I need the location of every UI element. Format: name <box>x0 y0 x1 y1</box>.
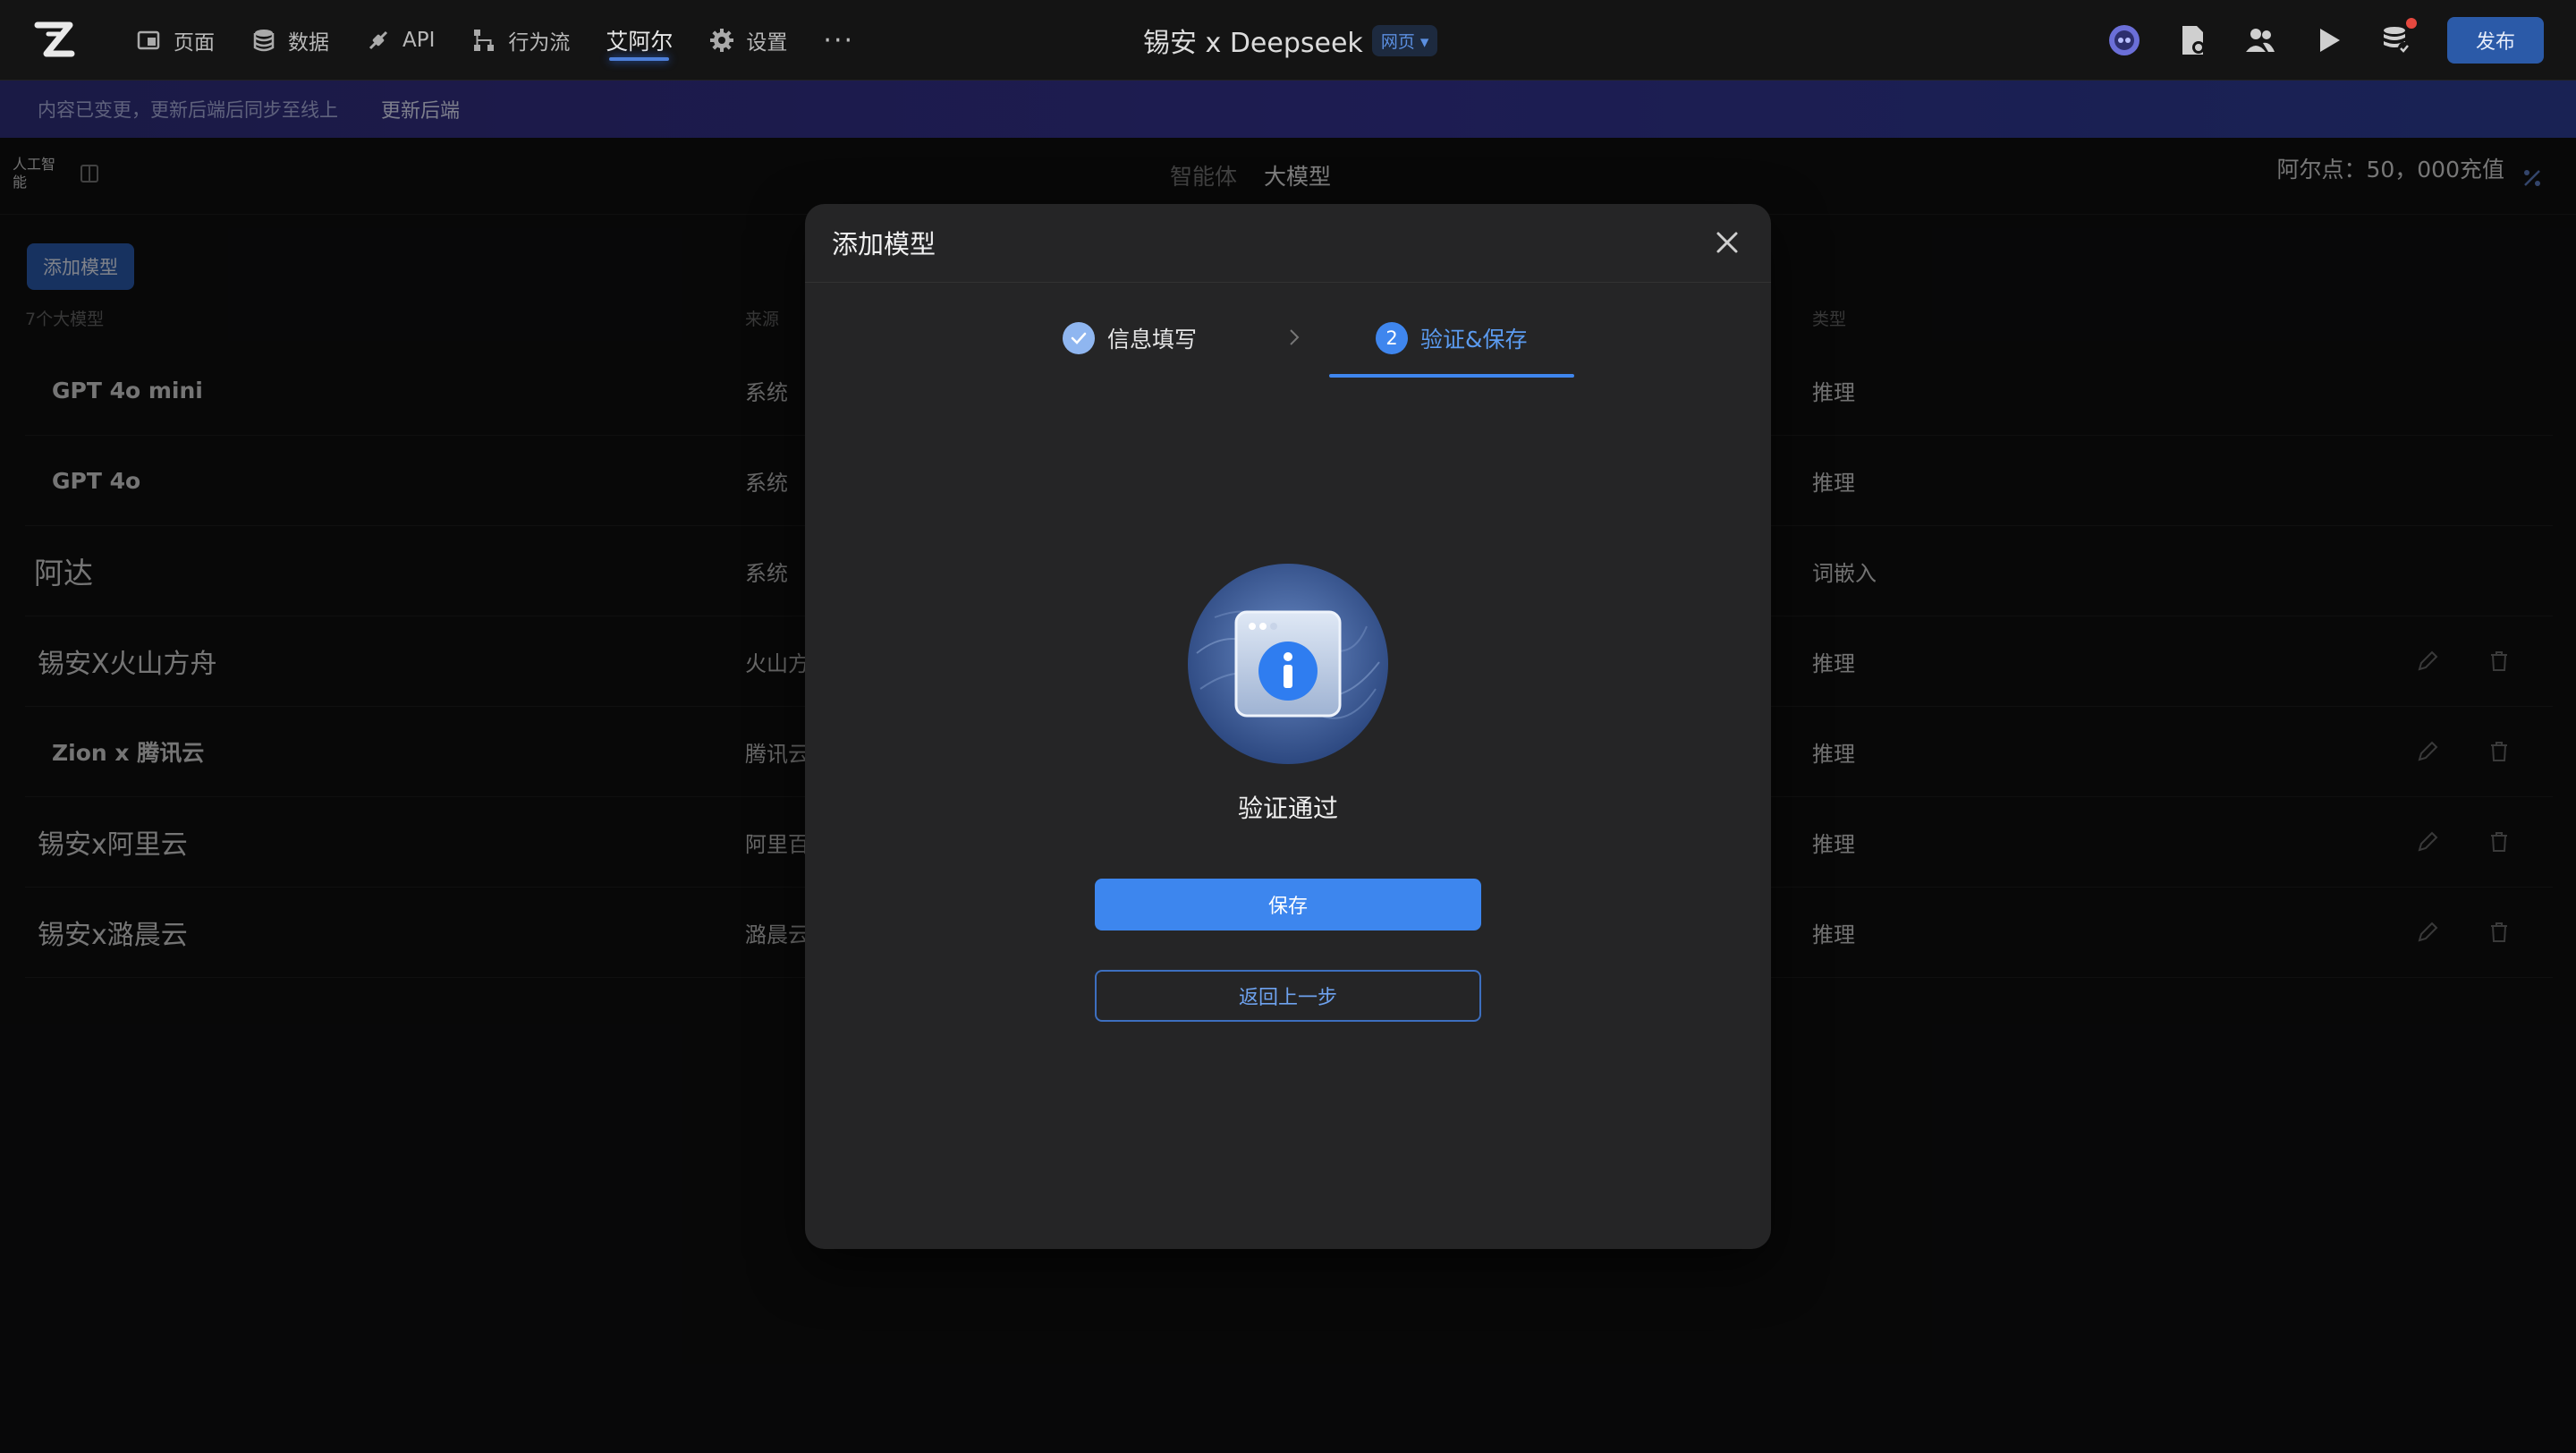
dialog-header: 添加模型 <box>805 204 1771 283</box>
file-settings-icon[interactable] <box>2175 23 2209 57</box>
publish-button[interactable]: 发布 <box>2447 17 2544 64</box>
nav-api[interactable]: API <box>365 0 435 81</box>
more-icon: ··· <box>823 24 855 56</box>
step-verify[interactable]: 2 验证&保存 <box>1376 322 1528 354</box>
more-menu-button[interactable]: ··· <box>823 0 854 81</box>
stepper: 信息填写 2 验证&保存 <box>805 322 1771 394</box>
step-info-label: 信息填写 <box>1107 327 1198 353</box>
top-right-actions: 发布 <box>2107 0 2544 81</box>
z-logo-icon[interactable] <box>32 18 77 63</box>
gear-icon <box>710 29 734 52</box>
step-info[interactable]: 信息填写 <box>1063 322 1197 354</box>
check-icon <box>1063 322 1095 354</box>
nav-ai-label: 艾阿尔 <box>606 29 674 55</box>
step-number: 2 <box>1376 322 1408 354</box>
dialog-title: 添加模型 <box>832 229 936 259</box>
document-title-text: 锡安 x Deepseek <box>1143 28 1363 59</box>
nav-settings-label: 设置 <box>746 31 788 55</box>
step-verify-label: 验证&保存 <box>1420 327 1528 353</box>
notification-dot <box>2406 18 2417 29</box>
info-window-icon <box>1188 564 1388 764</box>
active-step-indicator <box>1329 374 1574 378</box>
save-button[interactable]: 保存 <box>1095 879 1481 930</box>
database-icon <box>253 30 275 52</box>
nav-ai[interactable]: 艾阿尔 <box>606 0 673 81</box>
chevron-right-icon <box>1290 329 1300 345</box>
nav-flow[interactable]: 行为流 <box>470 0 570 81</box>
back-button[interactable]: 返回上一步 <box>1095 970 1481 1022</box>
add-model-dialog: 添加模型 信息填写 2 验证&保存 验证通过 保存 返回上一步 <box>805 204 1771 1249</box>
api-icon <box>369 30 388 50</box>
assistant-icon[interactable] <box>2107 23 2141 57</box>
main-nav: 页面 数据 API 行为流 艾阿尔 设置 ··· <box>136 0 854 81</box>
platform-dropdown[interactable]: 网页 ▾ <box>1371 24 1438 56</box>
nav-data[interactable]: 数据 <box>250 0 329 81</box>
page-icon <box>137 30 160 50</box>
app-root: 页面 数据 API 行为流 艾阿尔 设置 ··· 锡安 x Deepseek 网… <box>0 0 2576 1453</box>
nav-pages[interactable]: 页面 <box>136 0 215 81</box>
nav-data-label: 数据 <box>288 31 329 55</box>
top-bar: 页面 数据 API 行为流 艾阿尔 设置 ··· 锡安 x Deepseek 网… <box>0 0 2576 81</box>
document-title: 锡安 x Deepseek 网页 ▾ <box>1143 0 1438 81</box>
nav-pages-label: 页面 <box>174 31 215 55</box>
nav-settings[interactable]: 设置 <box>708 0 787 81</box>
play-icon[interactable] <box>2311 23 2345 57</box>
flow-icon <box>474 30 495 51</box>
close-icon[interactable] <box>1714 229 1741 256</box>
users-icon[interactable] <box>2243 23 2277 57</box>
verification-status: 验证通过 <box>1237 794 1338 823</box>
nav-api-label: API <box>402 29 436 52</box>
database-check-icon[interactable] <box>2379 18 2417 57</box>
nav-flow-label: 行为流 <box>508 31 571 55</box>
